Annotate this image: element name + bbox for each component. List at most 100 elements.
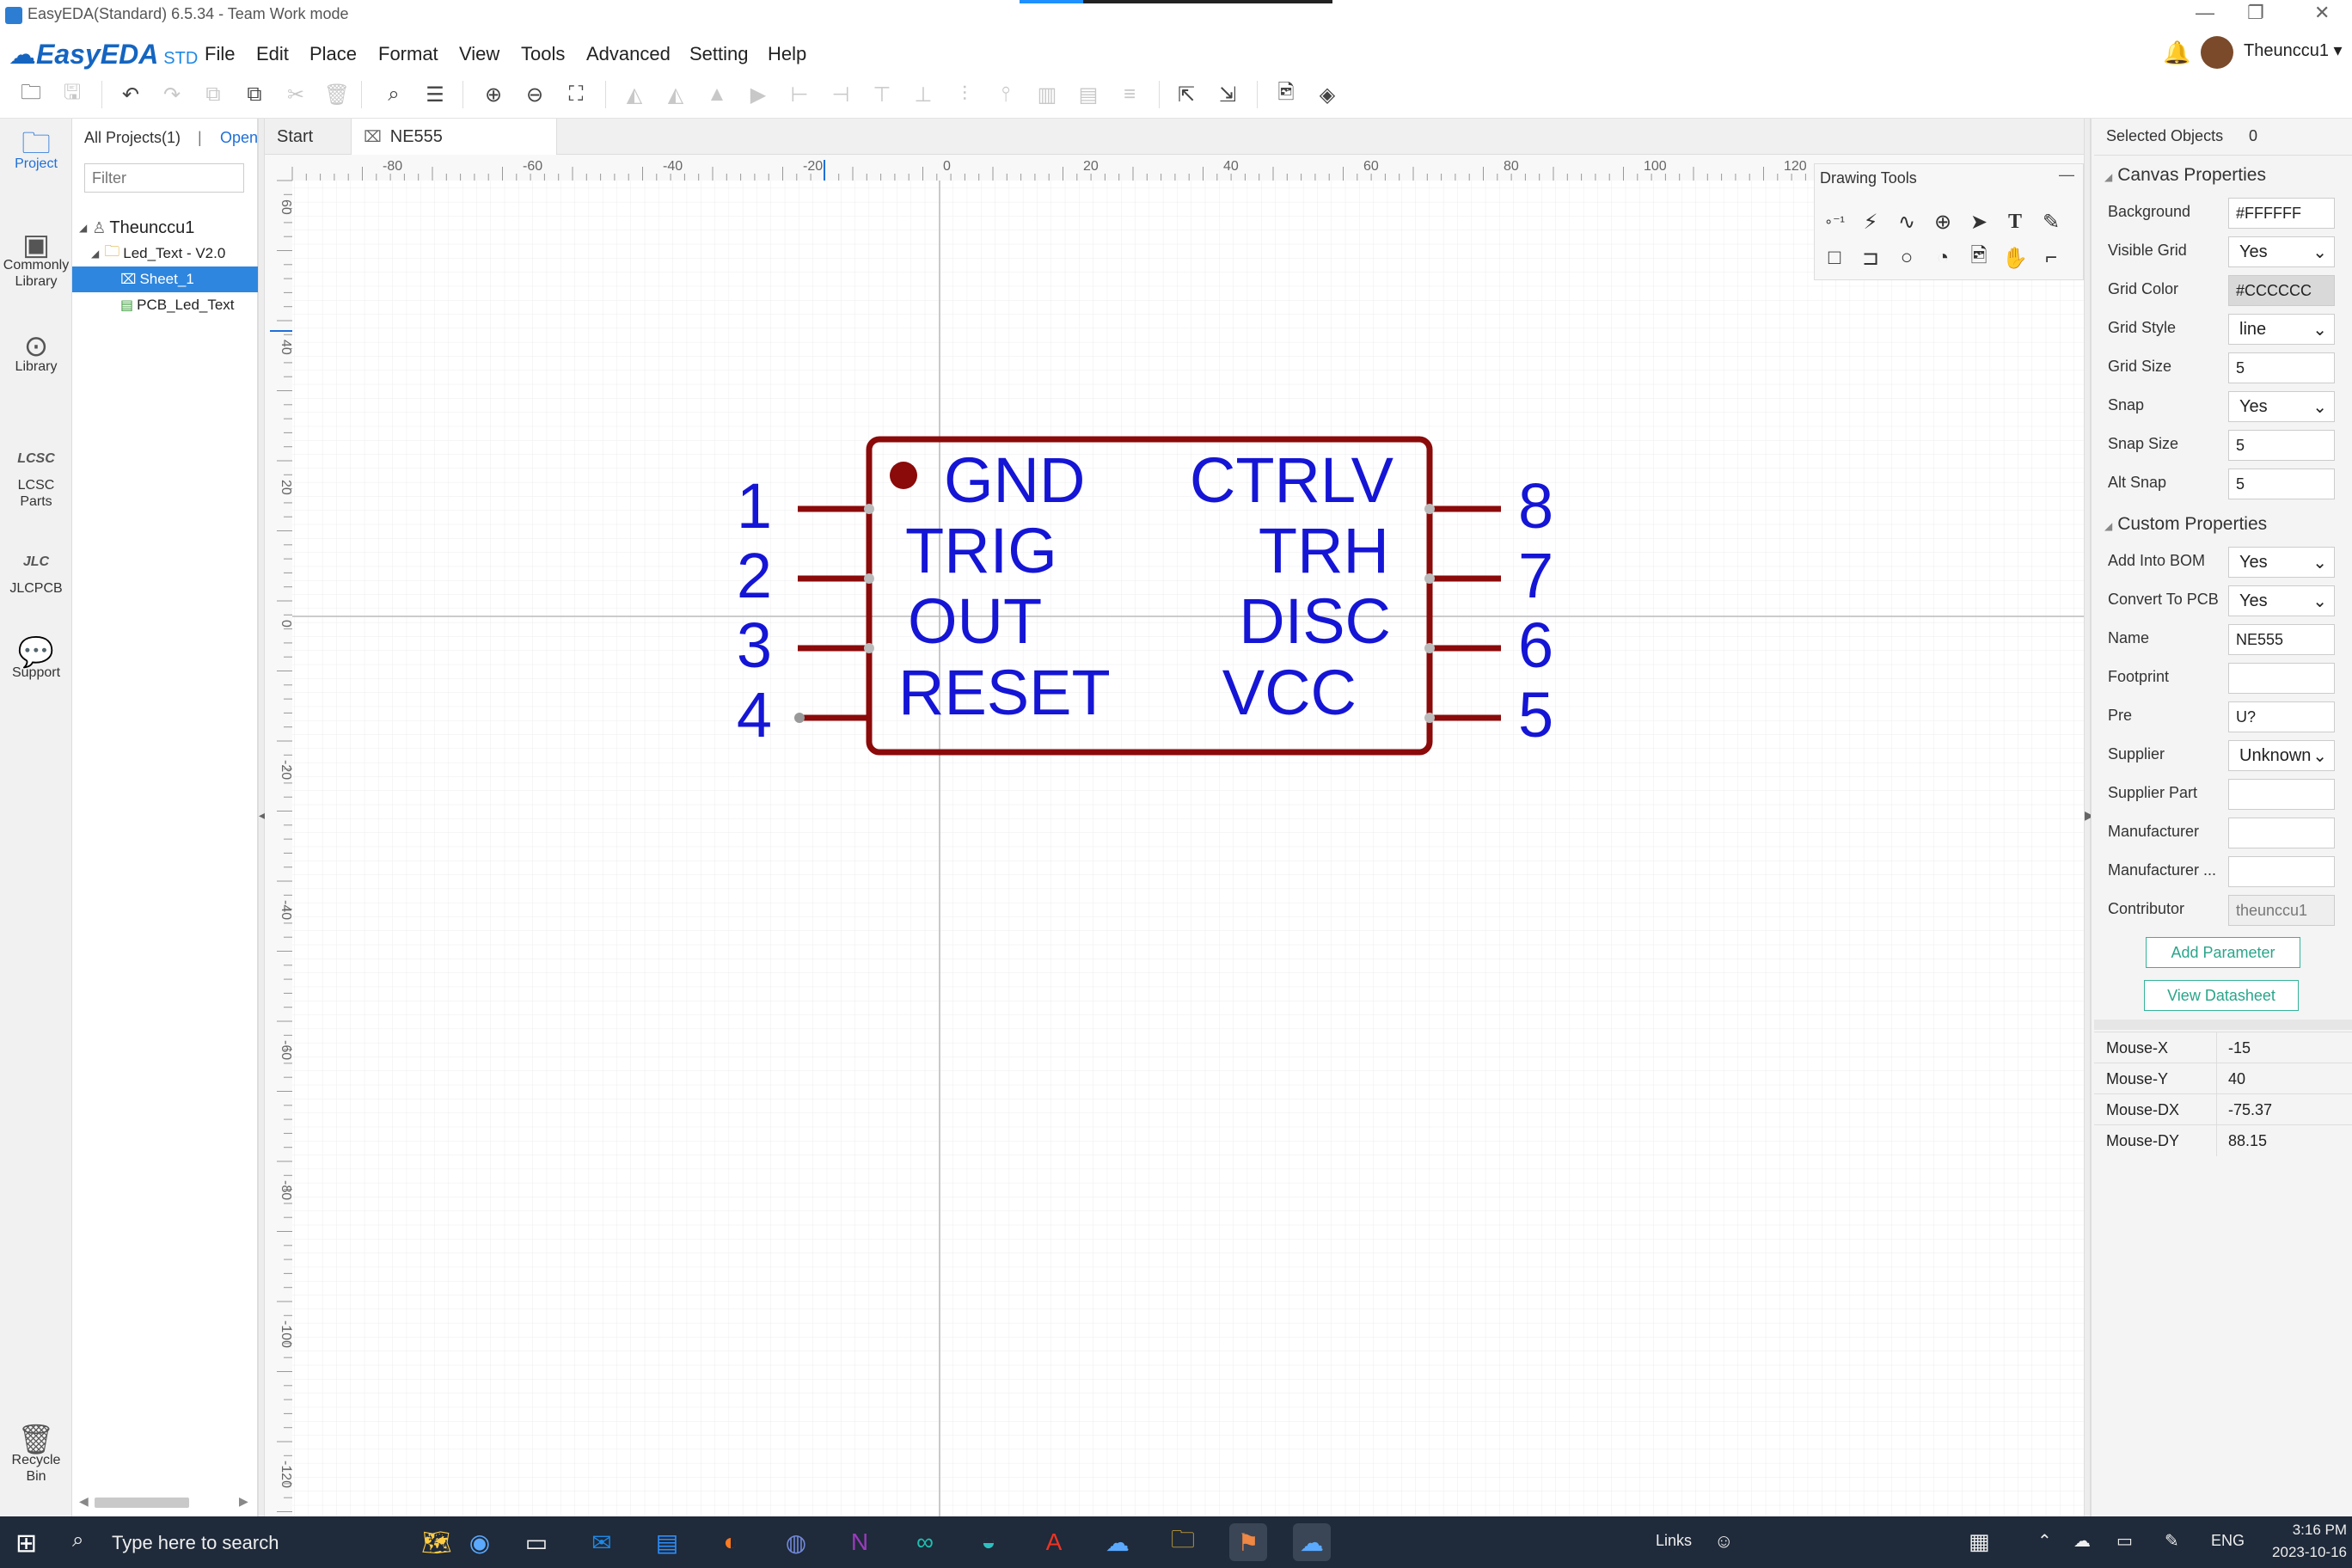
- pin-endpoint[interactable]: [864, 504, 874, 514]
- scroll-right-icon[interactable]: ▶: [239, 1494, 248, 1509]
- scrollbar-thumb[interactable]: [95, 1498, 189, 1508]
- zoom-in-icon[interactable]: ⊕: [478, 79, 509, 110]
- clock-time[interactable]: 3:16 PM: [2276, 1522, 2347, 1539]
- arduino-icon[interactable]: ∞: [906, 1523, 944, 1561]
- rail-support[interactable]: 💬 Support: [0, 638, 72, 681]
- undo-icon[interactable]: ↶: [115, 79, 146, 110]
- drawing-tools-collapse-button[interactable]: —: [2059, 166, 2074, 184]
- zoom-out-icon[interactable]: ⊖: [519, 79, 550, 110]
- menu-tools[interactable]: Tools: [521, 43, 565, 65]
- tab-start[interactable]: Start: [265, 119, 351, 155]
- windows-start-icon[interactable]: ⊞: [15, 1528, 37, 1559]
- align-left-icon[interactable]: ⊢: [784, 79, 815, 110]
- image-icon[interactable]: 🖻: [1963, 242, 1995, 274]
- bus-entry-icon[interactable]: ∘⁻¹: [1818, 205, 1851, 238]
- language-indicator[interactable]: ENG: [2211, 1532, 2245, 1550]
- chevron-down-icon[interactable]: ⌄: [2312, 242, 2327, 263]
- align-top-icon[interactable]: ⊤: [867, 79, 897, 110]
- acrobat-icon[interactable]: A: [1035, 1523, 1073, 1561]
- restore-button[interactable]: ❐: [2247, 2, 2264, 24]
- discord-icon[interactable]: ◍: [777, 1523, 815, 1561]
- project-panel-scrollbar[interactable]: ◀ ▶: [77, 1494, 253, 1510]
- custom-properties-heading[interactable]: ◢ Custom Properties: [2104, 514, 2267, 535]
- schematic-canvas[interactable]: -80 -60 -40 -20 0 20 40 60 80 100 120 60 40 20 0 -20 -4…: [265, 155, 2084, 1516]
- find-list-icon[interactable]: ☰: [420, 79, 450, 110]
- pin-endpoint[interactable]: [864, 573, 874, 584]
- prop-input[interactable]: U?: [2228, 701, 2335, 732]
- rail-lcsc-parts[interactable]: LCSC LCSC Parts: [0, 444, 72, 510]
- chevron-down-icon[interactable]: ⌄: [2312, 591, 2327, 612]
- outlook-icon[interactable]: ✉: [583, 1523, 621, 1561]
- tree-project[interactable]: ◢ 🗀 Led_Text - V2.0: [72, 241, 258, 266]
- duplicate-icon[interactable]: ⧉: [239, 79, 270, 110]
- pen-icon[interactable]: ✎: [2165, 1530, 2179, 1552]
- rail-library[interactable]: ⊙ Library: [0, 332, 72, 375]
- easyeda-active-icon[interactable]: ☁: [1293, 1523, 1331, 1561]
- menu-format[interactable]: Format: [378, 43, 438, 65]
- view-datasheet-button[interactable]: View Datasheet: [2144, 980, 2299, 1011]
- new-file-icon[interactable]: 🗀: [15, 79, 46, 110]
- prop-input[interactable]: [2228, 818, 2335, 848]
- chevron-down-icon[interactable]: ⌄: [2312, 745, 2327, 767]
- pin-endpoint[interactable]: [1424, 573, 1435, 584]
- widgets-icon[interactable]: 🗺: [418, 1523, 456, 1561]
- prop-input[interactable]: #FFFFFF: [2228, 198, 2335, 229]
- prop-select[interactable]: line ⌄: [2228, 314, 2335, 345]
- prop-select[interactable]: Yes ⌄: [2228, 236, 2335, 267]
- canvas-svg[interactable]: -80 -60 -40 -20 0 20 40 60 80 100 120 60 40 20 0 -20 -4…: [265, 155, 2084, 1516]
- delete-icon[interactable]: 🗑: [322, 79, 352, 110]
- cloud-sync-icon[interactable]: ☁: [2073, 1530, 2091, 1552]
- bell-icon[interactable]: 🔔: [2163, 40, 2190, 66]
- align-bottom-icon[interactable]: ⊥: [908, 79, 939, 110]
- collapse-triangle-icon[interactable]: ◢: [2104, 171, 2112, 183]
- distribute-icon[interactable]: ▥: [1032, 79, 1063, 110]
- check-tool-icon[interactable]: ⇲: [1212, 79, 1243, 110]
- pin-endpoint[interactable]: [1424, 504, 1435, 514]
- chevron-down-icon[interactable]: ⌄: [2312, 319, 2327, 340]
- arrowhead-icon[interactable]: ➤: [1963, 205, 1995, 238]
- fit-view-icon[interactable]: ⛶: [560, 79, 591, 110]
- menu-edit[interactable]: Edit: [256, 43, 289, 65]
- menu-help[interactable]: Help: [768, 43, 806, 65]
- edge-icon[interactable]: ◒: [970, 1523, 1008, 1561]
- rotate-icon[interactable]: ◭: [619, 79, 650, 110]
- chevron-up-icon[interactable]: ⌃: [2037, 1530, 2052, 1552]
- prop-input[interactable]: theunccu1: [2228, 895, 2335, 926]
- rail-commonly-library[interactable]: ▣ Commonly Library: [0, 230, 72, 290]
- save-icon[interactable]: 🖫: [57, 79, 88, 110]
- copy-icon[interactable]: ⧉: [198, 79, 229, 110]
- redo-icon[interactable]: ↷: [156, 79, 187, 110]
- image-export-icon[interactable]: 🖻: [1271, 79, 1302, 110]
- open-link[interactable]: Open: [220, 129, 258, 147]
- pin-endpoint[interactable]: [864, 643, 874, 653]
- task-view-icon[interactable]: ▭: [518, 1523, 555, 1561]
- prop-input[interactable]: 5: [2228, 469, 2335, 499]
- easyeda-taskbar-icon[interactable]: ☁: [1099, 1523, 1136, 1561]
- firefox-icon[interactable]: ◐: [712, 1523, 750, 1561]
- distribute-vertical-icon[interactable]: ▤: [1073, 79, 1104, 110]
- align-middle-icon[interactable]: ⫯: [990, 79, 1021, 110]
- polygon-icon[interactable]: ⊐: [1854, 242, 1887, 274]
- wire-icon[interactable]: ⚡: [1854, 205, 1887, 238]
- layers-icon[interactable]: ◈: [1312, 79, 1343, 110]
- pie-icon[interactable]: ◔: [1926, 242, 1959, 274]
- close-button[interactable]: ✕: [2314, 2, 2330, 24]
- easyeda-logo[interactable]: ☁EasyEDA STD: [9, 38, 198, 70]
- tree-sheet[interactable]: ⌧ Sheet_1: [72, 266, 258, 292]
- chevron-down-icon[interactable]: ⌄: [2312, 396, 2327, 418]
- menu-advanced[interactable]: Advanced: [586, 43, 671, 65]
- prop-input[interactable]: [2228, 856, 2335, 887]
- tab-ne555[interactable]: ⌧ NE555: [351, 119, 557, 155]
- align-right-icon[interactable]: ⊣: [825, 79, 856, 110]
- search-icon[interactable]: ⌕: [72, 1528, 83, 1553]
- prop-input[interactable]: #CCCCCC: [2228, 275, 2335, 306]
- hand-icon[interactable]: ✋: [1999, 242, 2031, 274]
- menu-file[interactable]: File: [205, 43, 235, 65]
- tree-owner[interactable]: ◢ ♙ Theunccu1: [72, 215, 258, 241]
- circle-plus-icon[interactable]: ⊕: [1926, 205, 1959, 238]
- minimize-button[interactable]: —: [2196, 2, 2214, 24]
- assistant-icon[interactable]: ◉: [461, 1523, 499, 1561]
- prop-select[interactable]: Yes ⌄: [2228, 585, 2335, 616]
- avatar[interactable]: [2201, 36, 2233, 69]
- news-icon[interactable]: ▦: [1969, 1528, 1990, 1555]
